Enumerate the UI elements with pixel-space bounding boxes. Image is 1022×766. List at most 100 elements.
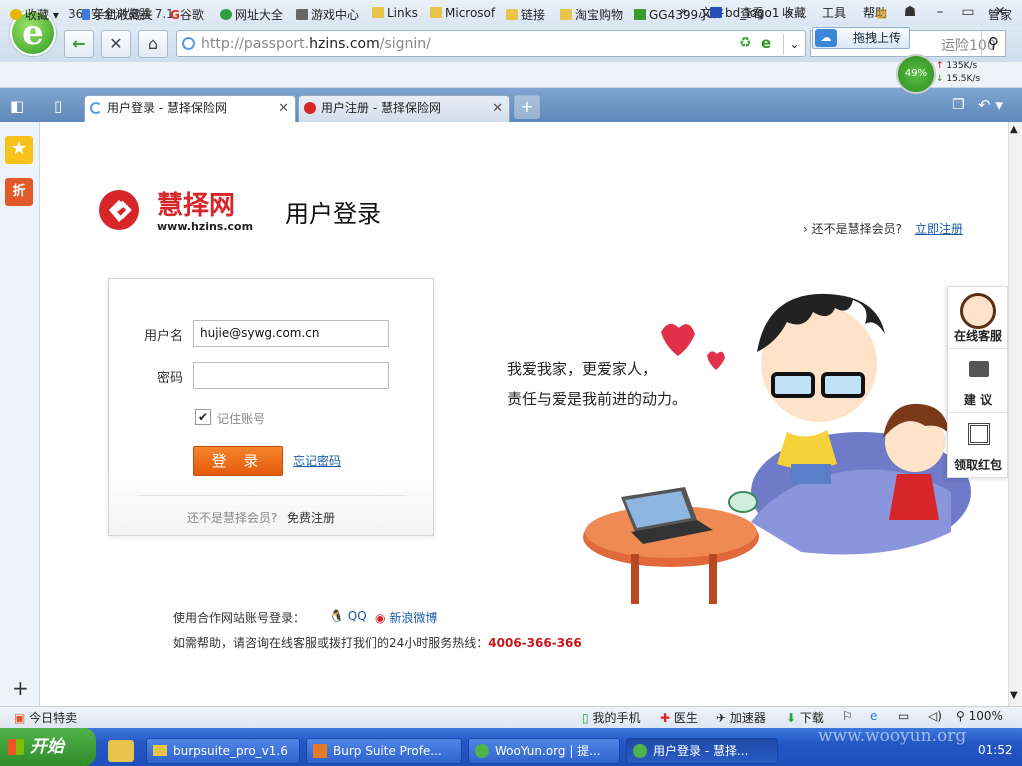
start-button[interactable]: 开始 (0, 728, 96, 766)
discount-icon[interactable]: 折 (5, 178, 33, 206)
remember-label: 记住账号 (217, 412, 266, 426)
window-list-icon[interactable]: ❐ (952, 97, 965, 113)
zoom-control[interactable]: ⚲ 100% (956, 709, 1003, 723)
password-input[interactable] (193, 362, 389, 389)
task-wooyun[interactable]: WooYun.org | 提... (468, 738, 620, 764)
windows-logo-icon (8, 739, 24, 755)
refresh-icon[interactable]: ♻ (739, 35, 752, 51)
bookmarks-more-icon[interactable]: » (786, 6, 793, 20)
undo-close-icon[interactable]: ↶ ▾ (978, 96, 1003, 114)
manager-label[interactable]: 管家 (988, 6, 1012, 23)
weibo-login-link[interactable]: ◉ 新浪微博 (375, 609, 437, 626)
new-tab-button[interactable]: + (514, 95, 540, 119)
search-icon[interactable]: ⚲ (981, 31, 1005, 56)
suggestion-button[interactable]: 建 议 (948, 351, 1008, 413)
cloud-upload-icon: ☁ (815, 29, 837, 47)
sidebar-toggle-icon[interactable]: ◧ (10, 97, 24, 115)
speed-ball[interactable]: 49% (896, 54, 936, 94)
partner-login-text: 使用合作网站账号登录： (173, 611, 306, 625)
quick-launch-icon[interactable] (108, 740, 134, 762)
family-illustration (583, 293, 971, 604)
drag-upload-button[interactable]: ☁ 拖拽上传 (812, 27, 910, 49)
accelerator-button[interactable]: ✈ 加速器 (716, 709, 766, 726)
form-divider (137, 495, 407, 496)
remember-checkbox[interactable]: ✔ (195, 409, 211, 425)
apps-grid-icon[interactable]: ▦ (876, 6, 887, 20)
download-button[interactable]: ⬇ 下载 (786, 709, 824, 726)
screen-icon[interactable]: ▭ (898, 709, 909, 723)
net-speed-readout: ↑ 135K/s ↓ 15.5K/s (936, 61, 981, 84)
address-text[interactable]: http://passport.hzins.com/signin/ (201, 36, 431, 52)
close-tab-icon[interactable]: ✕ (278, 96, 289, 121)
close-tab-icon[interactable]: ✕ (492, 96, 503, 121)
brand-name: 慧择网 (157, 191, 235, 221)
folder-icon (153, 745, 167, 756)
bookmark-links-cn[interactable]: 链接 (506, 6, 545, 23)
star-favorites-icon[interactable]: ★ (5, 136, 33, 164)
phone-icon[interactable]: ▯ (54, 97, 62, 115)
register-now-link[interactable]: 立即注册 (915, 220, 963, 237)
download-icon: ⬇ (786, 711, 797, 725)
tab-register[interactable]: 用户注册 - 慧择保险网 ✕ (298, 95, 510, 122)
bookmark-microsoft[interactable]: Microsof (430, 6, 495, 20)
bookmark-links[interactable]: Links (372, 6, 418, 20)
browser-icon (633, 744, 647, 758)
bookmark-mobile[interactable]: 手机收藏夹 (82, 6, 153, 23)
help-text: 如需帮助，请咨询在线客服或拨打我们的24小时服务热线：4006-366-366 (173, 636, 582, 650)
qq-login-link[interactable]: 🐧 QQ (329, 609, 367, 623)
bookmark-games[interactable]: 游戏中心 (296, 6, 359, 23)
floating-service-panel: 在线客服 建 议 领取红包 (947, 286, 1008, 478)
sidebar-add-icon[interactable]: + (12, 676, 29, 700)
flag-icon[interactable]: ⚐ (842, 709, 853, 723)
doctor-icon: ✚ (660, 711, 671, 725)
qq-icon: 🐧 (329, 609, 344, 623)
address-bar[interactable]: http://passport.hzins.com/signin/ ♻ e ⌄ (176, 30, 806, 57)
forgot-password-link[interactable]: 忘记密码 (293, 452, 341, 469)
tab-label: 用户登录 - 慧择保险网 (107, 101, 227, 115)
bookmark-taobao[interactable]: 淘宝购物 (560, 6, 623, 23)
stop-button[interactable]: ✕ (101, 30, 131, 58)
task-burpsuite-folder[interactable]: burpsuite_pro_v1.6 (146, 738, 300, 764)
tab-label: 用户注册 - 慧择保险网 (321, 101, 441, 115)
minimize-icon[interactable]: – (928, 2, 952, 22)
volume-icon[interactable]: ◁) (928, 709, 942, 723)
online-service-button[interactable]: 在线客服 (948, 287, 1008, 349)
home-button[interactable]: ⌂ (138, 30, 168, 58)
weibo-icon: ◉ (375, 611, 386, 625)
menu-tools[interactable]: 工具 (822, 4, 846, 21)
red-packet-button[interactable]: 领取红包 (948, 415, 1008, 477)
scroll-down-icon: ▼ (1010, 690, 1018, 701)
bookmark-favorites[interactable]: 收藏 ▾ (10, 6, 59, 23)
watermark: www.wooyun.org (818, 726, 967, 746)
address-dropdown-icon[interactable]: ⌄ (783, 34, 805, 55)
zoom-icon: ⚲ (956, 709, 965, 723)
bookmark-4399[interactable]: GG4399小 (634, 6, 710, 23)
maximize-icon[interactable]: ▭ (956, 2, 980, 22)
skin-icon[interactable]: ☗ (898, 2, 922, 22)
ie-mode-icon[interactable]: e (761, 34, 771, 52)
doctor-button[interactable]: ✚ 医生 (660, 709, 698, 726)
username-input[interactable]: hujie@sywg.com.cn (193, 320, 389, 347)
today-deals[interactable]: ▣ 今日特卖 (14, 709, 77, 726)
not-member-text: 还不是慧择会员? (187, 511, 278, 525)
bookmarks-bar (0, 62, 1022, 88)
password-label: 密码 (157, 371, 184, 386)
clock: 01:52 (978, 743, 1013, 757)
task-burp-suite[interactable]: Burp Suite Profe... (306, 738, 462, 764)
username-label: 用户名 (144, 329, 184, 344)
hzins-logo[interactable]: 慧择网 www.hzins.com (97, 188, 257, 234)
bookmark-hao[interactable]: 网址大全 (220, 6, 283, 23)
my-phone-button[interactable]: ▯ 我的手机 (582, 709, 640, 726)
back-button[interactable]: ← (64, 30, 94, 58)
page-title: 用户登录 (285, 200, 381, 228)
vertical-scrollbar[interactable]: ▲ ▼ (1008, 122, 1022, 706)
task-hzins-login[interactable]: 用户登录 - 慧择... (626, 738, 778, 764)
bookmark-google[interactable]: G谷歌 (170, 6, 204, 23)
login-button[interactable]: 登 录 (193, 446, 283, 476)
ie-icon[interactable]: e (870, 709, 877, 723)
free-register-link[interactable]: 免费注册 (287, 509, 335, 526)
bookmark-bd-logo[interactable]: bd_logo1 (710, 6, 780, 20)
qr-code-icon (968, 423, 990, 445)
tab-login[interactable]: 用户登录 - 慧择保险网 ✕ (84, 95, 296, 122)
rocket-icon: ✈ (716, 711, 727, 725)
